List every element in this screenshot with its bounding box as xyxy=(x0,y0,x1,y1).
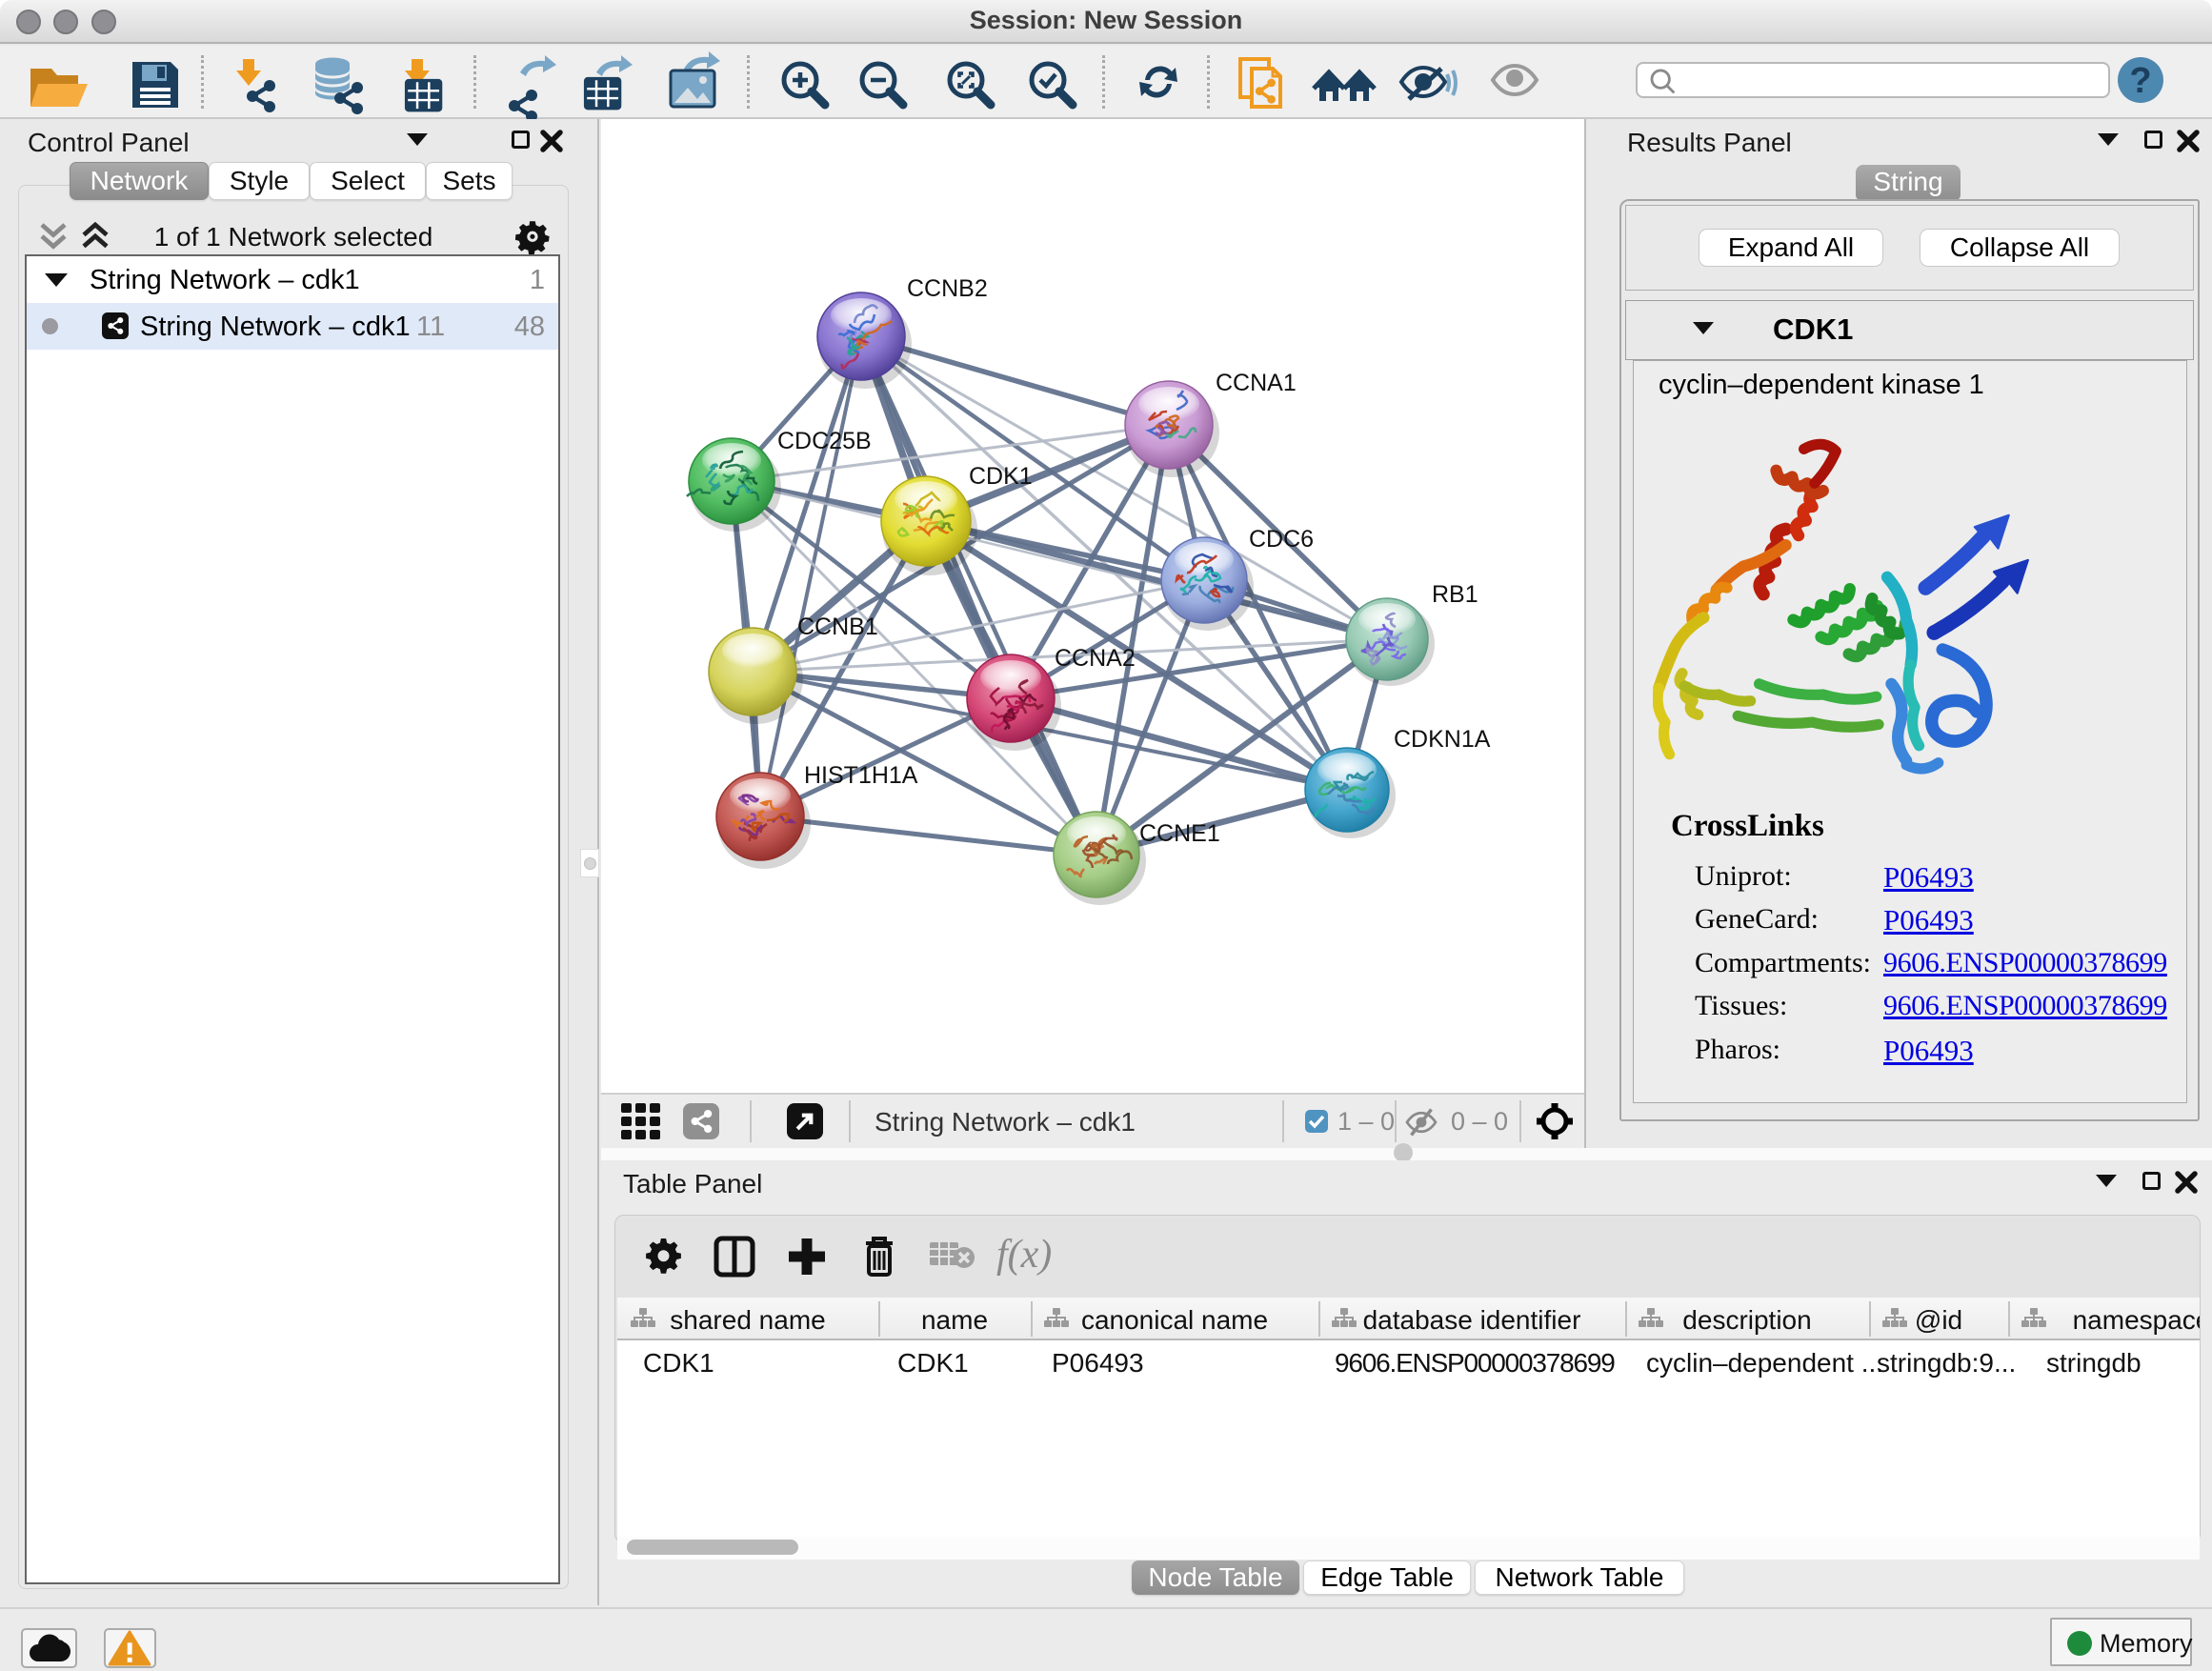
svg-text:CDKN1A: CDKN1A xyxy=(1394,726,1491,753)
svg-text:?: ? xyxy=(2129,61,2151,101)
svg-text:RB1: RB1 xyxy=(1432,581,1478,608)
svg-text:CCNA2: CCNA2 xyxy=(1055,645,1136,672)
svg-text:CCNB1: CCNB1 xyxy=(797,614,878,640)
svg-text:CDC25B: CDC25B xyxy=(777,428,872,454)
svg-text:CCNB2: CCNB2 xyxy=(907,275,988,302)
svg-text:CDK1: CDK1 xyxy=(969,463,1033,490)
svg-text:HIST1H1A: HIST1H1A xyxy=(804,762,918,789)
svg-text:CCNE1: CCNE1 xyxy=(1139,820,1220,847)
svg-text:CDC6: CDC6 xyxy=(1249,526,1314,553)
svg-text:CCNA1: CCNA1 xyxy=(1216,370,1297,396)
svg-text:f(x): f(x) xyxy=(996,1233,1052,1277)
